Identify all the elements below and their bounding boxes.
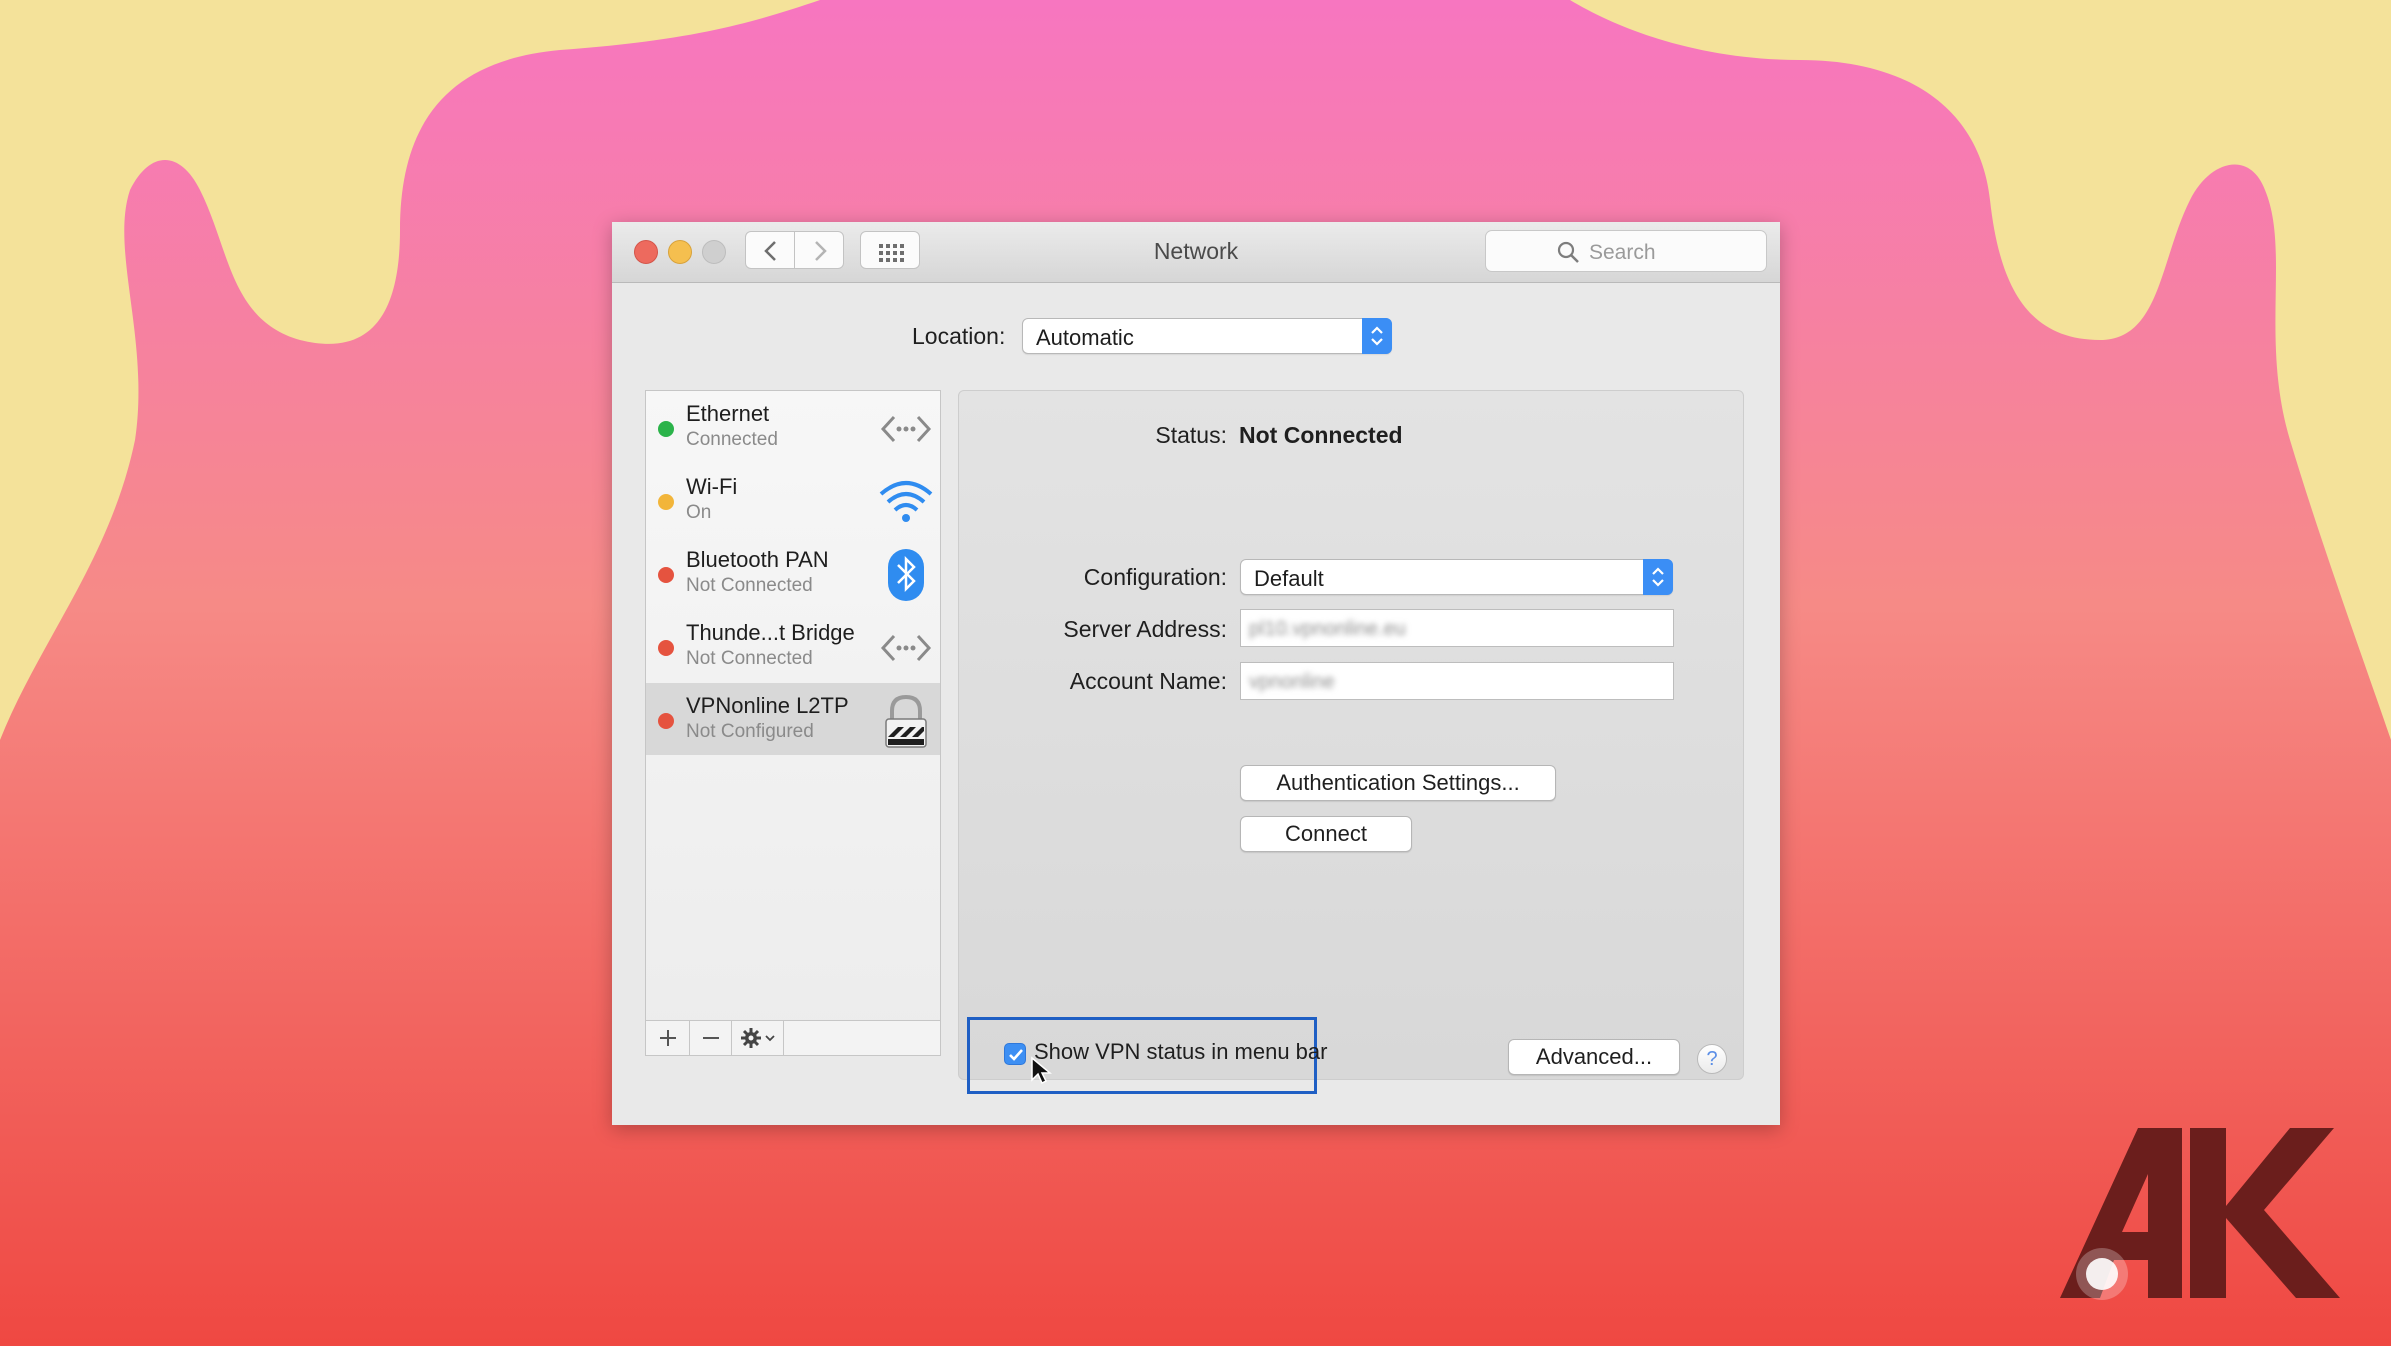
action-menu-button[interactable] [732, 1021, 784, 1055]
service-status: Connected [686, 429, 778, 450]
add-service-button[interactable] [646, 1021, 690, 1055]
location-label: Location: [912, 323, 1006, 349]
ak-logo [2060, 1128, 2340, 1300]
service-name: Thunde...t Bridge [686, 620, 855, 645]
mouse-pointer-icon [1031, 1056, 1052, 1085]
bluetooth-icon [888, 549, 924, 601]
checkmark-icon [1009, 1049, 1023, 1061]
service-name: VPNonline L2TP [686, 693, 849, 718]
search-input[interactable]: Search [1485, 230, 1767, 272]
vpn-lock-icon [885, 694, 927, 748]
service-item-ethernet[interactable]: Ethernet Connected [646, 391, 940, 463]
plus-icon [660, 1030, 676, 1046]
service-item-wifi[interactable]: Wi-Fi On [646, 464, 940, 536]
service-item-bluetooth-pan[interactable]: Bluetooth PAN Not Connected [646, 537, 940, 609]
service-name: Bluetooth PAN [686, 547, 829, 572]
account-name-value: vpnonline [1249, 671, 1335, 693]
connect-button[interactable]: Connect [1240, 816, 1412, 852]
service-status: On [686, 502, 712, 523]
wifi-icon [879, 481, 933, 522]
authentication-settings-button[interactable]: Authentication Settings... [1240, 765, 1556, 801]
help-button[interactable]: ? [1697, 1044, 1727, 1074]
status-dot [658, 567, 674, 583]
network-preferences-window: Network Search Location: Automatic Ether… [612, 222, 1780, 1125]
service-item-thunderbolt-bridge[interactable]: Thunde...t Bridge Not Connected [646, 610, 940, 682]
status-dot [658, 713, 674, 729]
remove-service-button[interactable] [690, 1021, 732, 1055]
status-dot [658, 640, 674, 656]
minus-icon [703, 1037, 719, 1039]
service-status: Not Connected [686, 575, 813, 596]
popup-arrows-icon [1362, 318, 1392, 354]
configuration-popup[interactable]: Default [1240, 559, 1673, 595]
service-list: Ethernet Connected Wi-Fi On Bluetooth PA… [645, 390, 941, 1056]
server-address-value: pl10.vpnonline.eu [1249, 618, 1406, 640]
configuration-label: Configuration: [1083, 564, 1227, 590]
show-vpn-status-checkbox[interactable] [1004, 1043, 1026, 1065]
service-list-toolbar [646, 1020, 940, 1055]
popup-arrows-icon [1643, 559, 1673, 595]
show-vpn-status-highlight: Show VPN status in menu bar [967, 1017, 1327, 1094]
ethernet-icon [880, 415, 932, 443]
gear-icon [741, 1028, 775, 1048]
search-icon [1557, 241, 1579, 263]
account-name-field[interactable]: vpnonline [1240, 662, 1674, 700]
service-status: Not Connected [686, 648, 813, 669]
thunderbolt-bridge-icon [880, 634, 932, 662]
service-item-vpnonline-l2tp[interactable]: VPNonline L2TP Not Configured [646, 683, 940, 755]
service-detail-panel [958, 390, 1744, 1080]
configuration-value: Default [1254, 566, 1324, 591]
status-dot [658, 421, 674, 437]
service-name: Wi-Fi [686, 474, 738, 499]
status-value: Not Connected [1239, 422, 1403, 448]
status-dot [658, 494, 674, 510]
title-bar: Network Search [612, 222, 1780, 283]
search-placeholder: Search [1589, 241, 1656, 264]
location-value: Automatic [1036, 325, 1134, 350]
advanced-button[interactable]: Advanced... [1508, 1039, 1680, 1075]
status-label: Status: [1155, 422, 1227, 448]
service-name: Ethernet [686, 401, 770, 426]
show-vpn-status-label: Show VPN status in menu bar [1034, 1039, 1328, 1064]
location-popup[interactable]: Automatic [1022, 318, 1392, 354]
server-address-label: Server Address: [1063, 616, 1227, 642]
service-status: Not Configured [686, 721, 814, 742]
account-name-label: Account Name: [1069, 668, 1227, 694]
server-address-field[interactable]: pl10.vpnonline.eu [1240, 609, 1674, 647]
